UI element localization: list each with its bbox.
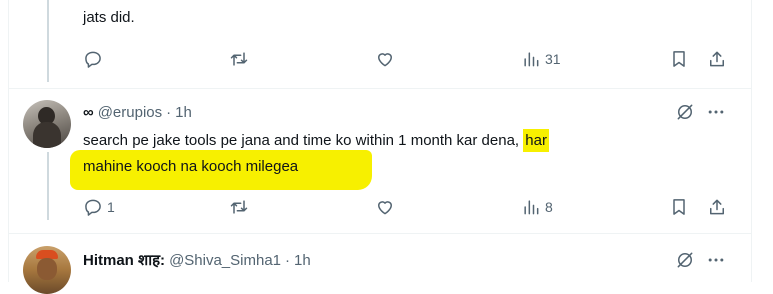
retweet-icon — [230, 200, 248, 214]
views-button[interactable]: 8 — [521, 195, 553, 219]
avatar-body — [33, 122, 61, 148]
tweet-separator — [9, 233, 751, 234]
reply-button[interactable]: 1 — [83, 195, 115, 219]
like-button[interactable] — [375, 195, 395, 219]
more-icon — [708, 110, 724, 114]
retweet-button[interactable] — [229, 195, 249, 219]
reply-text: search pe jake tools pe jana and time ko… — [83, 129, 733, 152]
retweet-icon — [230, 52, 248, 66]
highlighted-text: mahine kooch na kooch milegea — [83, 158, 299, 175]
views-count: 31 — [545, 51, 561, 67]
more-icon — [708, 258, 724, 262]
avatar-face — [37, 258, 57, 280]
highlighted-text: har — [523, 129, 549, 152]
reply-icon — [85, 51, 101, 68]
timestamp[interactable]: 1h — [294, 252, 311, 269]
timestamp[interactable]: 1h — [175, 104, 192, 121]
share-icon — [710, 51, 724, 67]
display-name[interactable]: ∞ — [83, 104, 94, 121]
tweet-text-tail: jats did. — [83, 9, 135, 26]
retweet-button[interactable] — [229, 47, 249, 71]
avatar[interactable] — [23, 100, 71, 148]
bookmark-icon — [673, 51, 685, 67]
analytics-icon — [524, 52, 539, 67]
reply-text-line2: mahine kooch na kooch milegea — [83, 157, 298, 177]
grok-button[interactable] — [675, 102, 695, 122]
views-count: 8 — [545, 199, 553, 215]
user-handle[interactable]: @Shiva_Simha1 — [169, 252, 281, 269]
tweet-text: jats did. — [83, 8, 135, 28]
separator-dot: · — [166, 103, 172, 121]
timeline-border-left — [8, 0, 9, 282]
like-button[interactable] — [375, 47, 395, 71]
display-name[interactable]: Hitman शाह: — [83, 250, 165, 270]
reply-header: ∞ @erupios · 1h — [83, 101, 192, 123]
separator-dot: · — [285, 251, 291, 269]
avatar[interactable] — [23, 246, 71, 294]
reply-action-bar: 1 8 — [83, 195, 729, 219]
heart-icon — [378, 201, 392, 215]
more-button[interactable] — [706, 102, 726, 122]
share-button[interactable] — [707, 47, 727, 71]
share-icon — [710, 199, 724, 215]
views-button[interactable]: 31 — [521, 47, 561, 71]
thread-line — [47, 0, 49, 82]
reply-count: 1 — [107, 199, 115, 215]
thread-line — [47, 152, 49, 220]
grok-button[interactable] — [675, 250, 695, 270]
bookmark-button[interactable] — [669, 195, 689, 219]
tweet-action-bar: 31 — [83, 47, 729, 71]
more-button[interactable] — [706, 250, 726, 270]
reply-icon — [85, 199, 101, 216]
bookmark-icon — [673, 199, 685, 215]
tweet-separator — [9, 88, 751, 89]
analytics-icon — [524, 200, 539, 215]
share-button[interactable] — [707, 195, 727, 219]
bookmark-button[interactable] — [669, 47, 689, 71]
timeline-border-right — [751, 0, 752, 282]
heart-icon — [378, 53, 392, 67]
user-handle[interactable]: @erupios — [98, 104, 162, 121]
reply-button[interactable] — [83, 47, 103, 71]
grok-icon — [677, 104, 693, 120]
reply-text-plain: search pe jake tools pe jana and time ko… — [83, 132, 524, 149]
reply-header: Hitman शाह: @Shiva_Simha1 · 1h — [83, 249, 311, 271]
grok-icon — [677, 252, 693, 268]
